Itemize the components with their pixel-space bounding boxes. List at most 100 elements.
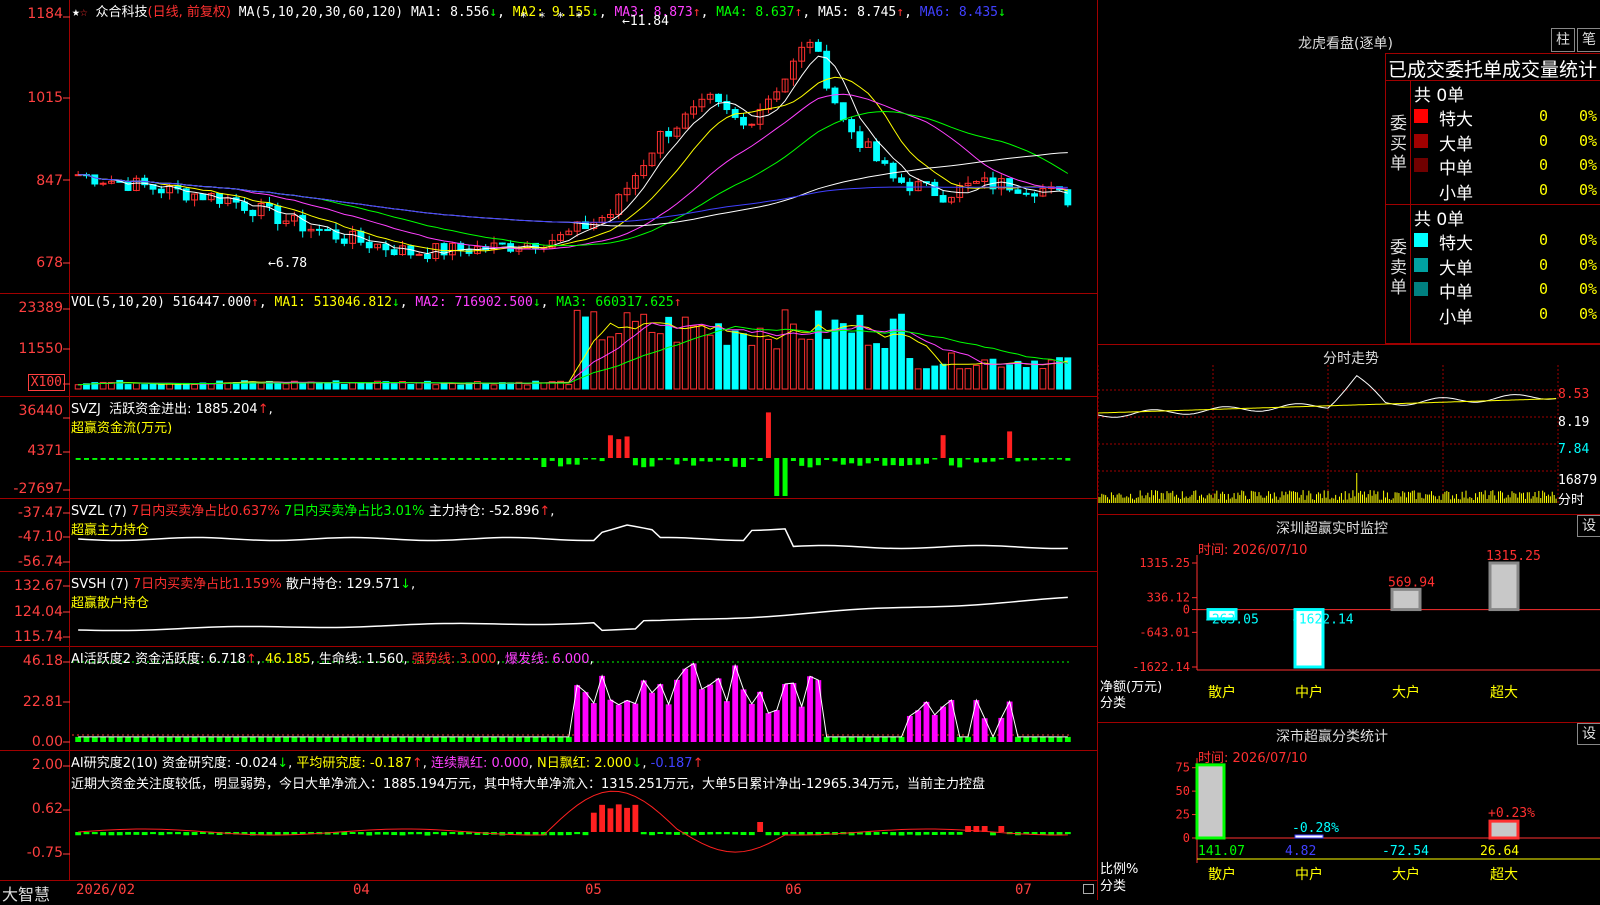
volume-bar xyxy=(814,310,822,390)
ma-line xyxy=(78,93,1068,250)
research-bar xyxy=(358,832,364,835)
research-bar xyxy=(391,832,398,836)
flow-bar xyxy=(707,458,713,462)
separator: , xyxy=(904,5,912,20)
research-bar xyxy=(748,832,755,836)
svzj-panel[interactable]: 36440 4371 -27697 SVZJ 活跃资金进出: 1885.204↑… xyxy=(0,397,1097,499)
flow-bar xyxy=(375,458,381,460)
x-label: 07 xyxy=(1015,882,1032,898)
volume-bar xyxy=(582,316,589,390)
research-bar xyxy=(574,832,581,835)
low-marker: ←6.78 xyxy=(268,256,308,271)
activity-bar xyxy=(449,736,456,742)
kline-chart xyxy=(63,16,1072,264)
volume-bar xyxy=(898,313,905,390)
svsh-panel[interactable]: 132.67 124.04 115.74 SVSH (7) 7日内买卖净占比1.… xyxy=(0,572,1097,647)
activity-bar xyxy=(607,699,614,742)
volume-bar xyxy=(1006,364,1014,390)
activity-bar xyxy=(391,736,398,742)
research-bar xyxy=(83,832,90,835)
flow-bar xyxy=(150,458,156,460)
flow-bar xyxy=(1015,458,1021,462)
x-label: 05 xyxy=(585,882,602,898)
ai-research-panel[interactable]: 2.00 0.62 -0.75 AI研究度2(10) 资金研究度: -0.024… xyxy=(0,751,1097,881)
candle xyxy=(848,119,856,133)
sz-monitor-panel[interactable]: 深圳超赢实时监控 设 时间: 2026/07/10 1315.25 336.12 0… xyxy=(1097,514,1600,722)
research-bar xyxy=(674,832,680,835)
ma-value: MA1: 513046.812 xyxy=(274,295,392,310)
flow-bar xyxy=(275,458,281,460)
period-label[interactable]: (日线, 前复权) xyxy=(148,5,231,20)
activity-bar xyxy=(973,700,980,742)
flow-bar xyxy=(483,458,489,460)
flow-bar xyxy=(391,458,397,460)
activity-bar xyxy=(224,736,231,742)
flow-bar xyxy=(874,458,880,461)
flow-bar xyxy=(117,458,123,460)
volume-legend: VOL(5,10,20) 516447.000↑, MA1: 513046.81… xyxy=(71,295,682,310)
kline-panel[interactable]: 1184 1015 847 678 ★☆ 众合科技(日线, 前复权) MA(5,… xyxy=(0,0,1097,294)
flow-bar xyxy=(217,458,223,460)
volume-bar xyxy=(157,383,165,390)
activity-bar xyxy=(732,665,739,742)
activity-bar xyxy=(133,736,140,742)
volume-bar xyxy=(324,382,332,390)
color-swatch xyxy=(1414,282,1428,296)
flow-bar xyxy=(890,458,896,466)
brand-logo[interactable]: 大智慧 xyxy=(2,881,50,905)
y-label: -643.01 xyxy=(1139,625,1190,639)
flow-bar xyxy=(832,458,838,462)
volume-panel[interactable]: 23389 11550 X100 VOL(5,10,20) 516447.000… xyxy=(0,294,1097,397)
ma-value: MA5: 8.745 xyxy=(810,5,897,20)
activity-bar xyxy=(665,704,672,742)
volume-bar xyxy=(598,339,606,390)
flow-bar xyxy=(541,458,547,468)
volume-bar xyxy=(457,384,465,390)
svzl-panel[interactable]: -37.47 -47.10 -56.74 SVZL (7) 7日内买卖净占比0.… xyxy=(0,499,1097,572)
research-bar xyxy=(757,822,764,832)
sz-stats-panel[interactable]: 深市超赢分类统计 设 时间: 2026/07/10 75 50 25 0 -0.28% +… xyxy=(1097,722,1600,900)
volume-bar xyxy=(440,382,448,390)
research-bar xyxy=(615,804,622,832)
candle xyxy=(898,177,905,183)
order-count: 0 xyxy=(1539,131,1549,150)
candle xyxy=(415,253,423,256)
pen-mode-button[interactable]: 笔 xyxy=(1577,28,1600,52)
activity-bar xyxy=(931,714,938,742)
research-bar xyxy=(624,807,630,832)
ai-active-panel[interactable]: 46.18 22.81 0.00 AI活跃度2 资金活跃度: 6.718↑, 4… xyxy=(0,647,1097,751)
activity-bar xyxy=(832,736,838,742)
ma-value: MA3: 660317.625 xyxy=(548,295,674,310)
volume-bar xyxy=(997,366,1005,390)
flow-bar xyxy=(807,458,813,468)
flow-bar xyxy=(524,458,530,460)
activity-bar xyxy=(150,736,156,742)
flow-bar xyxy=(907,458,913,466)
order-pct: 0% xyxy=(1579,255,1598,274)
research-bar xyxy=(150,832,156,835)
lock-icon[interactable] xyxy=(1083,884,1094,894)
volume-bar xyxy=(698,324,706,390)
flow-bar xyxy=(641,458,647,468)
research-bar xyxy=(640,832,647,835)
volume-bar xyxy=(174,383,182,390)
research-bar xyxy=(582,832,589,836)
flow-bar xyxy=(940,435,946,458)
candle xyxy=(1022,192,1030,195)
x-axis-title: 分类 xyxy=(1100,879,1127,894)
activity-bar xyxy=(898,736,905,742)
activity-bar xyxy=(1056,736,1063,742)
intraday-panel[interactable]: 分时走势 8.53 8.19 7.84 16879 分时 xyxy=(1097,344,1600,514)
bar-mode-button[interactable]: 柱 xyxy=(1551,28,1575,52)
stock-name[interactable]: 众合科技 xyxy=(95,5,147,20)
activity-bar xyxy=(283,736,289,742)
candle xyxy=(274,205,282,225)
dragon-tiger-panel: 龙虎看盘(逐单) 柱 笔 已成交委托单成交量统计 委买单 共 0单 特大 0 0% 大… xyxy=(1097,0,1600,345)
research-bar xyxy=(125,832,131,835)
research-bar xyxy=(898,832,905,836)
flow-bar xyxy=(508,458,514,460)
flow-bar xyxy=(383,458,389,460)
volume-bar xyxy=(656,333,664,390)
activity-bar xyxy=(881,736,888,742)
research-bar xyxy=(881,832,888,835)
